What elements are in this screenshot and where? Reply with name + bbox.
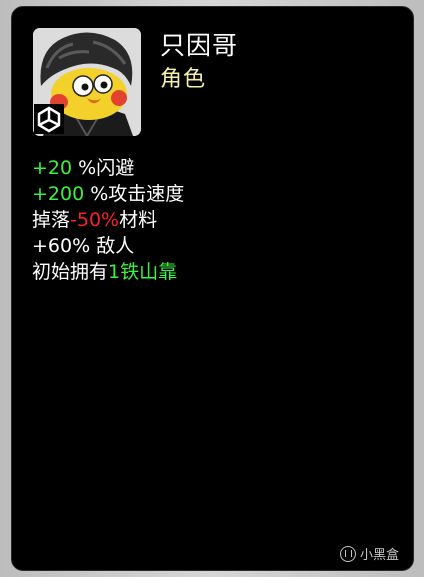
stat-value: -50% (70, 209, 120, 231)
stat-dodge: +20 %闪避 (32, 155, 392, 181)
character-name: 只因哥 (160, 31, 239, 60)
xiaoheihe-logo-icon (339, 545, 356, 562)
stat-label: %闪避 (72, 157, 135, 179)
stat-prefix: 初始拥有 (32, 261, 109, 283)
stat-value: +20 (32, 157, 73, 179)
unity-logo-icon (34, 104, 64, 134)
stat-prefix: 掉落 (32, 209, 71, 231)
stat-value: +60% (32, 235, 91, 257)
watermark: 小黑盒 (339, 544, 399, 563)
character-type: 角色 (160, 67, 207, 92)
stat-value: 1铁山靠 (108, 261, 178, 283)
screen-frame: 只因哥 角色 +20 %闪避 +200 %攻击速度 掉落-50%材料 +60% … (0, 0, 424, 577)
stat-value: +200 (32, 183, 85, 205)
stat-label: %攻击速度 (84, 183, 185, 205)
stat-material-drop: 掉落-50%材料 (32, 207, 392, 233)
stat-starting-item: 初始拥有1铁山靠 (32, 259, 392, 285)
stat-label: 材料 (119, 209, 158, 231)
stat-attack-speed: +200 %攻击速度 (32, 181, 392, 207)
stat-enemies: +60% 敌人 (32, 233, 392, 259)
watermark-text: 小黑盒 (359, 548, 399, 563)
stat-label: 敌人 (90, 235, 135, 257)
character-card: 只因哥 角色 +20 %闪避 +200 %攻击速度 掉落-50%材料 +60% … (11, 6, 414, 571)
stats-list: +20 %闪避 +200 %攻击速度 掉落-50%材料 +60% 敌人 初始拥有… (32, 155, 392, 285)
